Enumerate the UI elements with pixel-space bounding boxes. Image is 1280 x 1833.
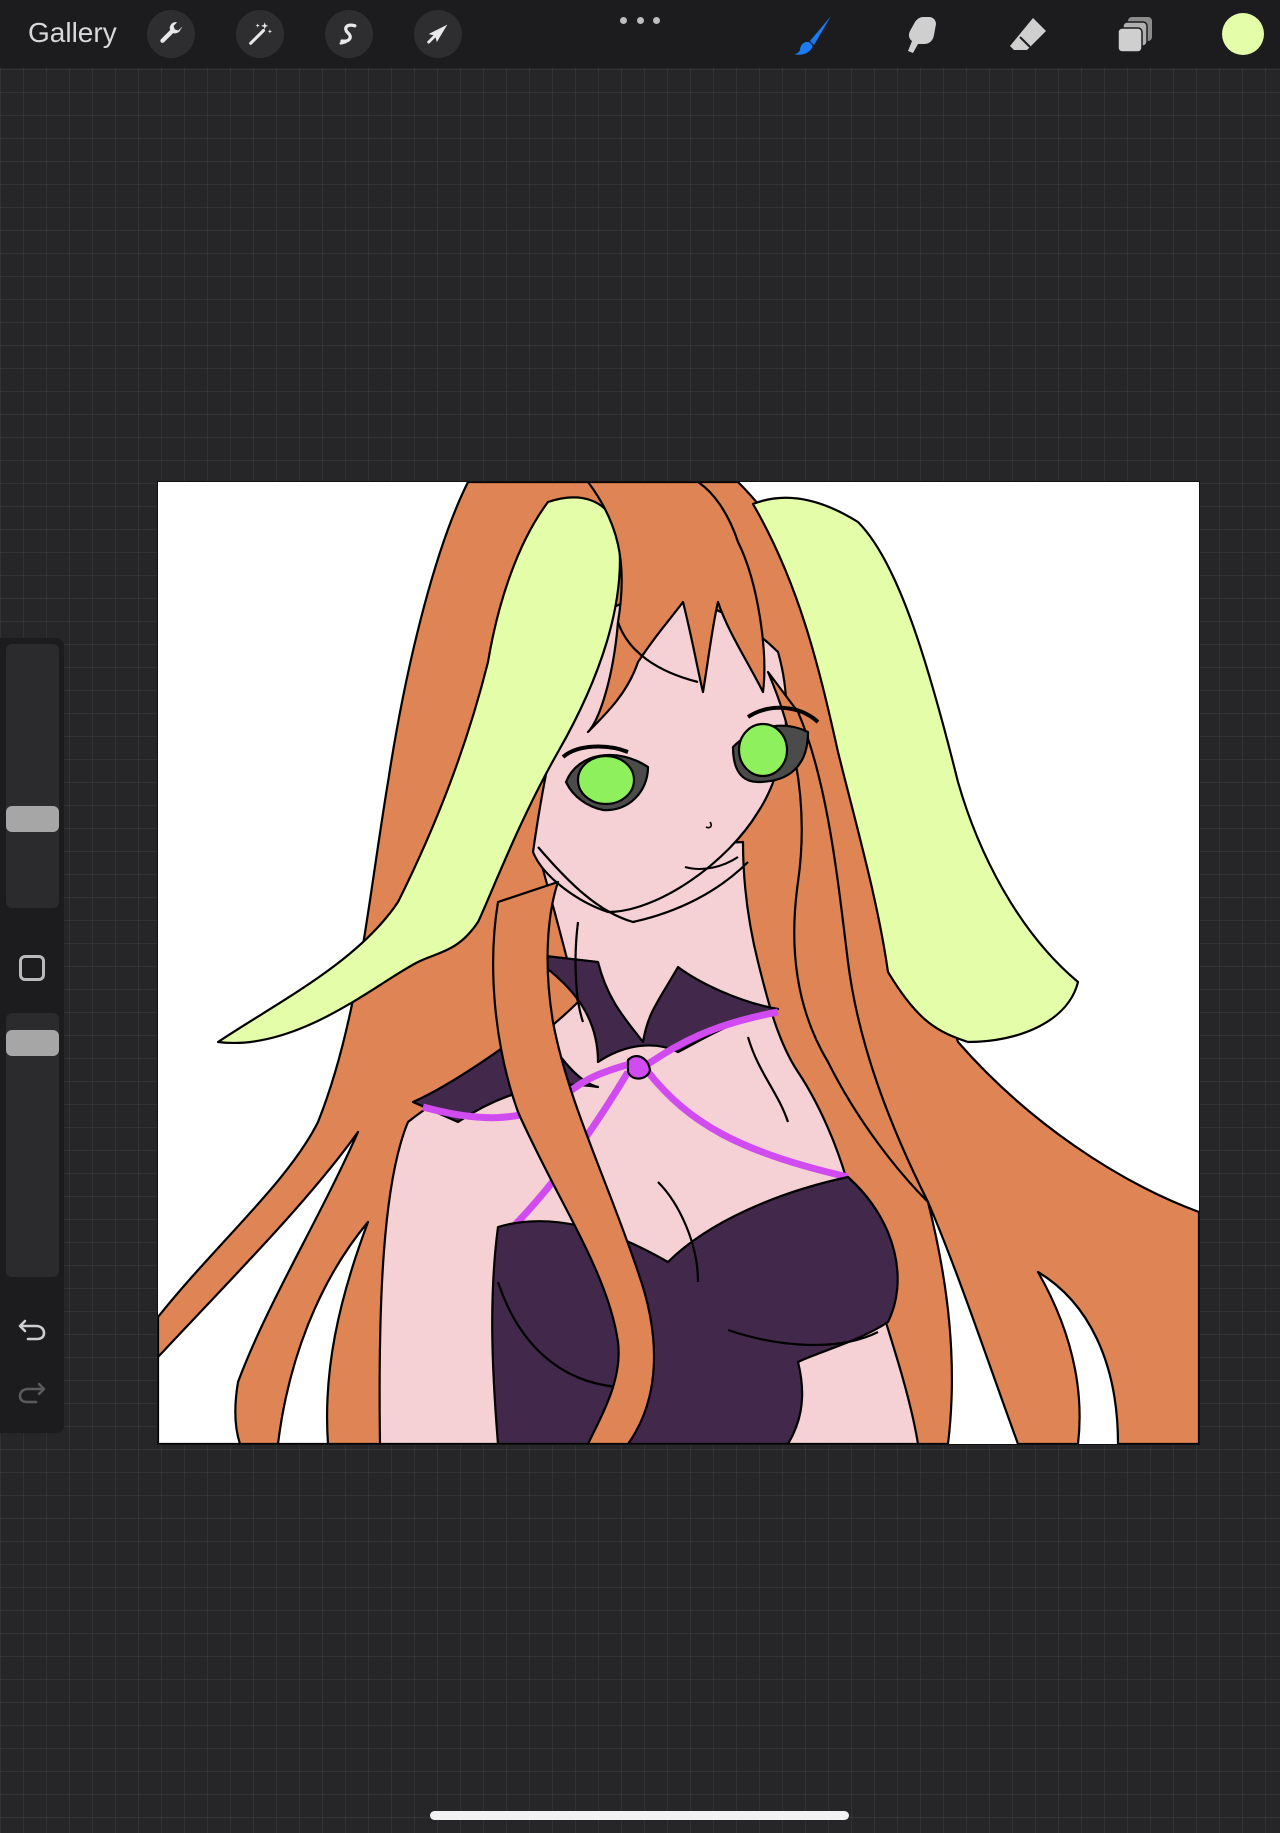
brush-size-slider-thumb[interactable] (6, 806, 59, 832)
magic-wand-icon (249, 22, 273, 45)
redo-icon[interactable] (16, 1376, 48, 1408)
square-modifier-icon[interactable] (19, 955, 45, 981)
smudge-tool-button[interactable] (896, 10, 946, 60)
arrow-cursor-icon (427, 24, 448, 44)
more-dots-icon[interactable] (620, 12, 660, 28)
brush-icon (794, 16, 831, 55)
left-sidebar (0, 638, 64, 1433)
illustration (158, 482, 1199, 1444)
selection-button[interactable] (325, 10, 373, 58)
adjustments-button[interactable] (236, 10, 284, 58)
undo-icon[interactable] (16, 1313, 48, 1345)
eraser-tool-button[interactable] (1003, 10, 1053, 60)
eraser-icon (1010, 18, 1046, 50)
drawing-canvas[interactable] (158, 482, 1199, 1444)
layers-tool-button[interactable] (1110, 10, 1160, 60)
brush-size-slider[interactable] (6, 644, 59, 908)
gallery-button[interactable]: Gallery (28, 16, 117, 50)
top-toolbar: Gallery (0, 0, 1280, 68)
wrench-icon (160, 22, 183, 43)
layers-icon (1117, 17, 1152, 53)
color-picker-button[interactable] (1222, 13, 1264, 55)
eye-left-iris (576, 754, 636, 806)
opacity-slider-thumb[interactable] (6, 1030, 59, 1056)
actions-button[interactable] (147, 10, 195, 58)
smudge-finger-icon (908, 17, 936, 53)
home-indicator (430, 1811, 849, 1820)
transform-button[interactable] (414, 10, 462, 58)
selection-s-icon (339, 23, 357, 45)
eye-right-iris (737, 722, 789, 778)
brush-tool-button[interactable] (788, 10, 838, 60)
